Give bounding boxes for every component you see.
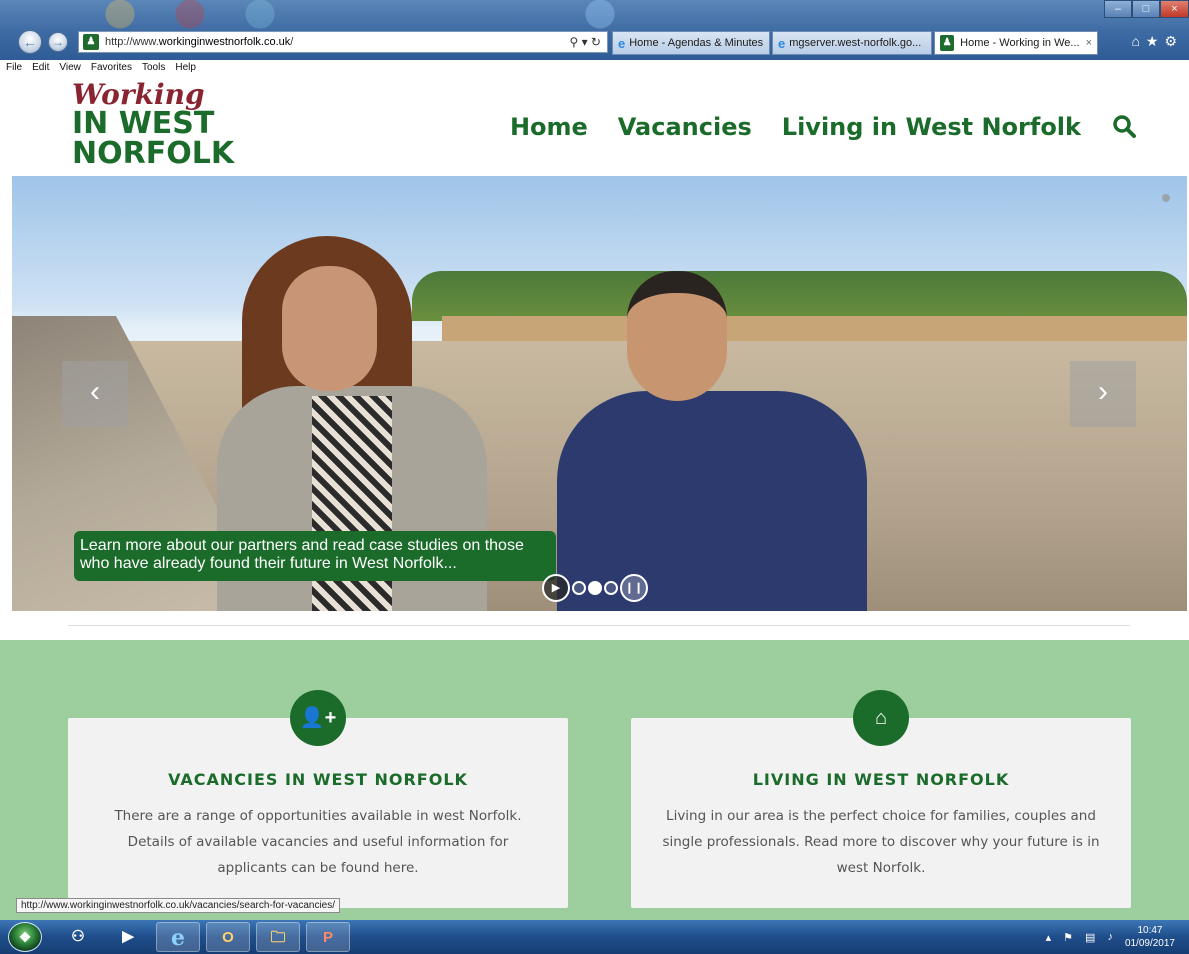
system-tray: ▴ ⚑ ▤ ♪ 10:47 01/09/2017	[1046, 924, 1189, 950]
pause-button[interactable]: ❙❙	[620, 574, 648, 602]
divider	[68, 625, 1130, 626]
site-favicon: ♟	[940, 35, 955, 51]
file-explorer-icon[interactable]: 🗀	[256, 922, 300, 952]
vacancies-card-text: There are a range of opportunities avail…	[114, 808, 522, 876]
flag-icon[interactable]: ⚑	[1063, 931, 1073, 944]
tab-label: Home - Agendas & Minutes	[629, 37, 764, 49]
home-favorites-settings-icons[interactable]: ⌂★⚙	[1131, 33, 1183, 50]
site-favicon: ♟	[83, 34, 99, 50]
ie-icon: e	[618, 35, 626, 51]
windows-taskbar: ❖ ⚇ ▶ e O 🗀 P ▴ ⚑ ▤ ♪ 10:47 01/09/2017	[0, 920, 1189, 954]
volume-icon[interactable]: ♪	[1107, 931, 1113, 943]
forward-button[interactable]: →	[48, 32, 68, 52]
features-section: 👤+ VACANCIES IN WEST NORFOLK There are a…	[0, 640, 1189, 920]
clock-time: 10:47	[1137, 925, 1163, 936]
menu-view[interactable]: View	[59, 62, 81, 73]
main-nav: Home Vacancies Living in West Norfolk	[510, 113, 1139, 141]
start-button[interactable]: ❖	[8, 922, 42, 952]
hero-trees	[412, 271, 1187, 321]
maximize-button[interactable]: □	[1132, 0, 1160, 18]
living-card-title[interactable]: LIVING IN WEST NORFOLK	[631, 770, 1131, 789]
hero-man-head	[627, 271, 727, 401]
desktop-background	[60, 0, 660, 30]
ie-icon: e	[778, 35, 786, 51]
powerpoint-icon[interactable]: P	[306, 922, 350, 952]
vacancies-card-title[interactable]: VACANCIES IN WEST NORFOLK	[68, 770, 568, 789]
menu-bar: File Edit View Favorites Tools Help	[0, 60, 1189, 75]
network-icon[interactable]: ▤	[1085, 931, 1095, 944]
tab-mgserver[interactable]: e mgserver.west-norfolk.go...	[772, 31, 932, 55]
nav-home[interactable]: Home	[510, 113, 588, 141]
address-bar[interactable]: ♟ http://www.workinginwestnorfolk.co.uk/…	[78, 31, 608, 53]
home-icon: ⌂	[853, 690, 909, 746]
address-url[interactable]: http://www.workinginwestnorfolk.co.uk/	[105, 36, 547, 48]
nav-vacancies[interactable]: Vacancies	[618, 113, 752, 141]
menu-tools[interactable]: Tools	[142, 62, 165, 73]
outlook-icon[interactable]: O	[206, 922, 250, 952]
living-card-text: Living in our area is the perfect choice…	[662, 808, 1100, 876]
nav-living-in-west-norfolk[interactable]: Living in West Norfolk	[782, 113, 1081, 141]
tray-expand-icon[interactable]: ▴	[1046, 931, 1052, 944]
contacts-app-icon[interactable]: ⚇	[56, 922, 100, 952]
hero-woman-face	[282, 266, 377, 391]
status-bar-link: http://www.workinginwestnorfolk.co.uk/va…	[16, 898, 341, 913]
slide-dot-2[interactable]	[588, 581, 602, 595]
slider-controls: ▶ ❙❙	[542, 574, 648, 602]
menu-edit[interactable]: Edit	[32, 62, 49, 73]
logo-in-west: IN WEST	[72, 106, 215, 141]
media-player-icon[interactable]: ▶	[106, 922, 150, 952]
living-card[interactable]: ⌂ LIVING IN WEST NORFOLK Living in our a…	[631, 690, 1131, 908]
hero-slider: ‹ › Learn more about our partners and re…	[12, 176, 1187, 611]
slide-indicator-dot	[1162, 194, 1170, 202]
menu-help[interactable]: Help	[175, 62, 196, 73]
back-button[interactable]: ←	[18, 30, 42, 54]
minimize-button[interactable]: –	[1104, 0, 1132, 18]
tab-label: mgserver.west-norfolk.go...	[789, 37, 922, 49]
web-page: Working IN WEST NORFOLK Home Vacancies L…	[0, 75, 1189, 920]
add-user-icon: 👤+	[290, 690, 346, 746]
internet-explorer-icon[interactable]: e	[156, 922, 200, 952]
slide-dot-1[interactable]	[572, 581, 586, 595]
next-slide-button[interactable]: ›	[1070, 361, 1136, 427]
search-icon[interactable]	[1111, 113, 1139, 141]
close-window-button[interactable]: ×	[1160, 0, 1189, 18]
menu-file[interactable]: File	[6, 62, 22, 73]
hero-caption[interactable]: Learn more about our partners and read c…	[74, 531, 556, 581]
tab-agendas[interactable]: e Home - Agendas & Minutes	[612, 31, 770, 55]
vacancies-card[interactable]: 👤+ VACANCIES IN WEST NORFOLK There are a…	[68, 690, 568, 908]
tab-working-in-west-norfolk[interactable]: ♟ Home - Working in We... ×	[934, 31, 1098, 55]
search-refresh-icons[interactable]: ⚲ ▾ ↻	[547, 35, 607, 49]
browser-chrome: ← → ♟ http://www.workinginwestnorfolk.co…	[0, 0, 1189, 60]
menu-favorites[interactable]: Favorites	[91, 62, 132, 73]
clock[interactable]: 10:47 01/09/2017	[1125, 924, 1175, 950]
logo-working: Working	[72, 78, 205, 111]
play-button[interactable]: ▶	[542, 574, 570, 602]
tab-label: Home - Working in We...	[960, 37, 1080, 49]
close-tab-icon[interactable]: ×	[1080, 37, 1092, 49]
slide-dot-3[interactable]	[604, 581, 618, 595]
clock-date: 01/09/2017	[1124, 938, 1175, 949]
logo-norfolk: NORFOLK	[72, 136, 235, 171]
prev-slide-button[interactable]: ‹	[62, 361, 128, 427]
site-logo[interactable]: Working IN WEST NORFOLK	[72, 81, 234, 169]
